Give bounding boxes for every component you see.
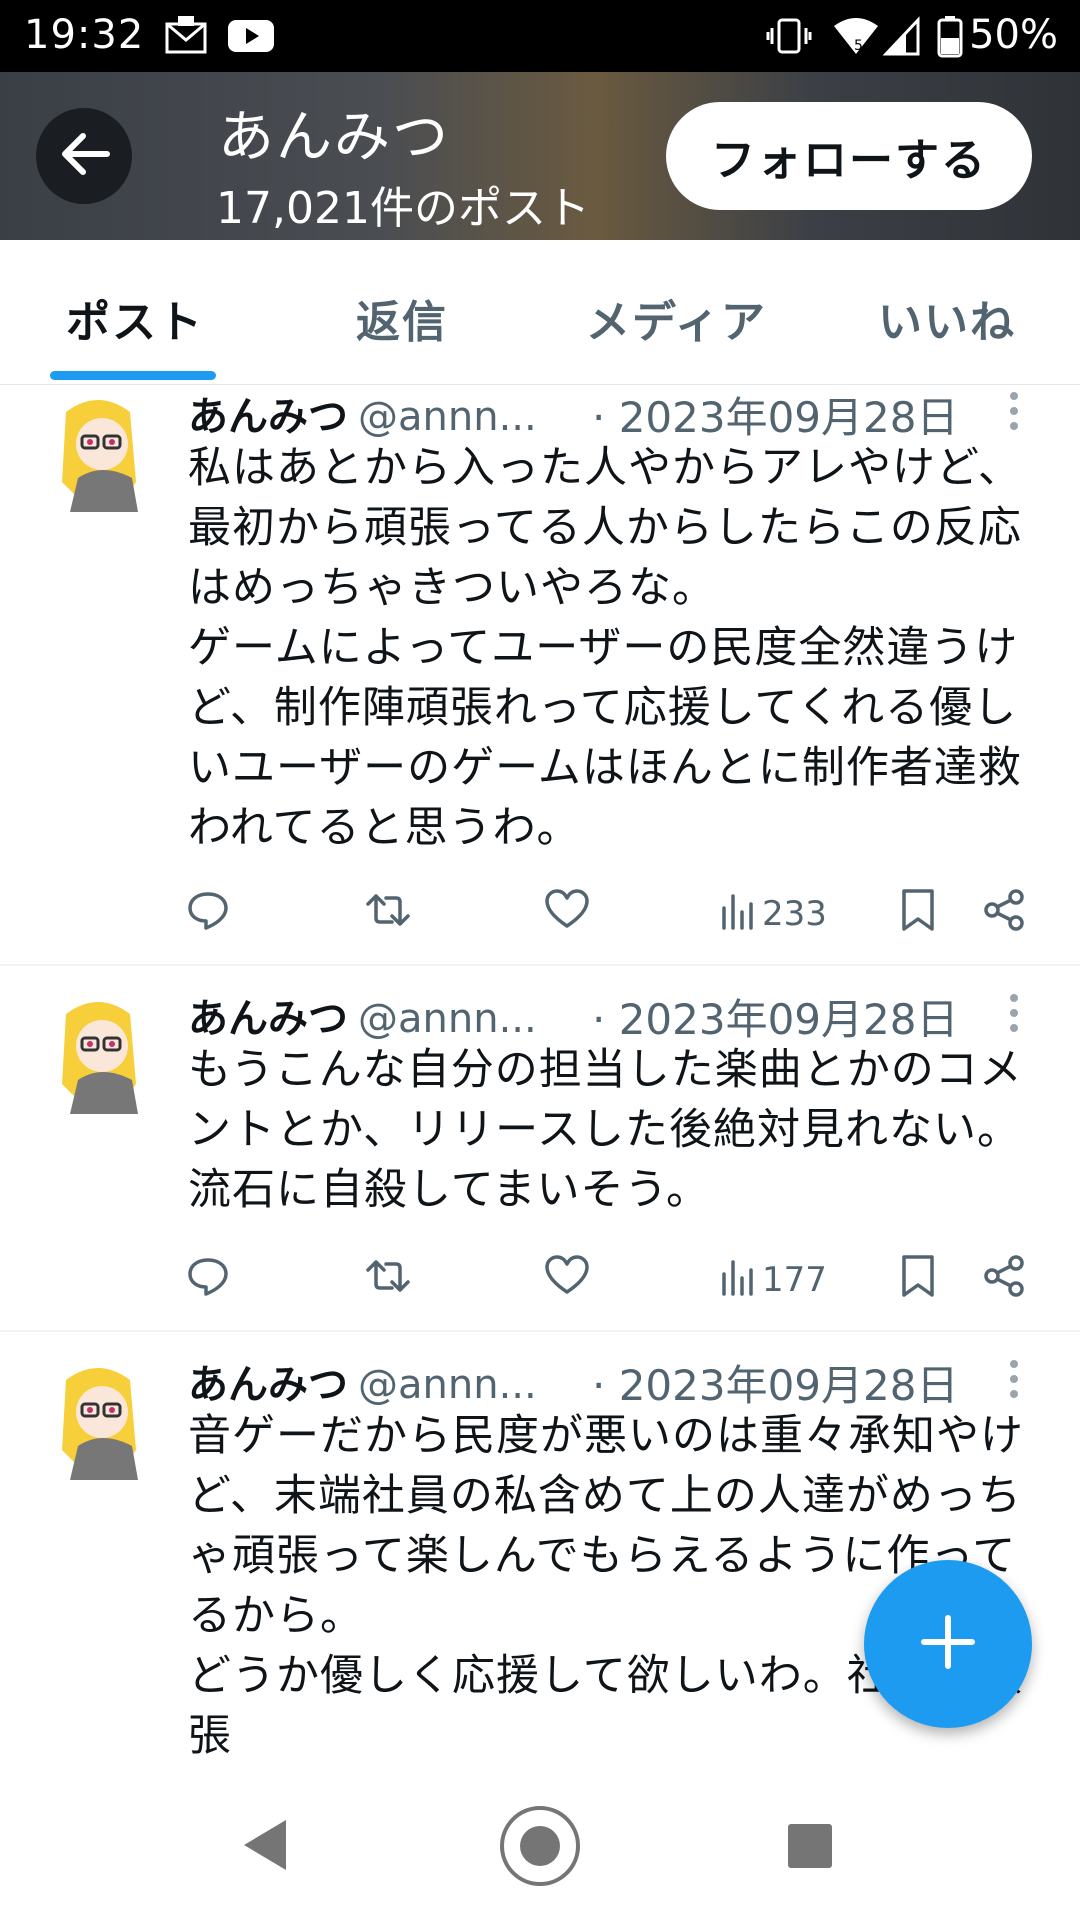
- view-count: 233: [762, 894, 827, 934]
- signal-icon: [882, 14, 922, 62]
- battery-icon: [936, 14, 964, 62]
- more-options-icon[interactable]: [1008, 1360, 1020, 1405]
- follow-button[interactable]: フォローする: [666, 102, 1032, 210]
- tab-posts[interactable]: ポスト: [66, 286, 204, 350]
- post-author-handle[interactable]: @annn...: [358, 996, 537, 1042]
- post-actions: 233: [186, 886, 1046, 942]
- system-navigation-bar: [0, 1764, 1080, 1920]
- tab-replies[interactable]: 返信: [356, 286, 448, 350]
- battery-percent: 50%: [969, 12, 1058, 58]
- profile-header: あんみつ 17,021件のポスト フォローする: [0, 72, 1080, 240]
- nav-home-icon[interactable]: [498, 1804, 582, 1892]
- svg-text:5: 5: [854, 38, 863, 54]
- post-date[interactable]: · 2023年09月28日: [592, 384, 958, 445]
- repost-icon: [364, 888, 412, 941]
- more-options-icon[interactable]: [1008, 392, 1020, 437]
- profile-name: あんみつ: [218, 105, 450, 170]
- post-date[interactable]: · 2023年09月28日: [592, 986, 958, 1047]
- post-author-name[interactable]: あんみつ: [188, 996, 348, 1042]
- post-text: もうこんな自分の担当した楽曲とかのコメ ントとか、リリースした後絶対見れない。 …: [188, 1045, 1023, 1215]
- like-button[interactable]: [544, 1252, 590, 1308]
- bookmark-icon: [898, 887, 938, 942]
- tab-media[interactable]: メディア: [586, 286, 767, 350]
- post-date[interactable]: · 2023年09月28日: [592, 1352, 958, 1413]
- repost-button[interactable]: [364, 886, 412, 942]
- view-count: 177: [762, 1260, 827, 1300]
- wifi-icon: 5: [832, 14, 880, 62]
- active-tab-indicator: [50, 371, 216, 380]
- back-button[interactable]: [36, 108, 132, 204]
- share-button[interactable]: [982, 1252, 1026, 1308]
- avatar[interactable]: [48, 1360, 154, 1480]
- vibrate-icon: [766, 14, 812, 62]
- bookmark-icon: [898, 1253, 938, 1308]
- arrow-left-icon: [57, 127, 111, 185]
- bookmark-button[interactable]: [898, 1252, 938, 1308]
- like-button[interactable]: [544, 886, 590, 942]
- share-icon: [982, 888, 1026, 941]
- analytics-icon: [720, 888, 756, 941]
- mail-notification-icon: [164, 14, 208, 62]
- reply-button[interactable]: [186, 1252, 230, 1308]
- post-count: 17,021件のポスト: [216, 183, 590, 234]
- compose-post-button[interactable]: [864, 1560, 1032, 1728]
- views-button[interactable]: 233: [720, 886, 827, 942]
- repost-icon: [364, 1254, 412, 1307]
- reply-icon: [186, 1254, 230, 1307]
- nav-recents-icon[interactable]: [786, 1822, 834, 1874]
- post-author-name[interactable]: あんみつ: [188, 394, 348, 440]
- post-item[interactable]: あんみつ @annn... · 2023年09月28日 私はあとから入った人やから…: [0, 384, 1080, 966]
- status-time: 19:32: [24, 12, 145, 58]
- post-author-handle[interactable]: @annn...: [358, 1362, 537, 1408]
- views-button[interactable]: 177: [720, 1252, 827, 1308]
- share-button[interactable]: [982, 886, 1026, 942]
- youtube-notification-icon: [226, 14, 276, 62]
- reply-icon: [186, 888, 230, 941]
- heart-icon: [544, 888, 590, 941]
- post-author-handle[interactable]: @annn...: [358, 394, 537, 440]
- heart-icon: [544, 1254, 590, 1307]
- analytics-icon: [720, 1254, 756, 1307]
- post-text: 私はあとから入った人やからアレやけど、 最初から頑張ってる人からしたらこの反応 …: [188, 443, 1022, 853]
- avatar[interactable]: [48, 994, 154, 1114]
- post-author-name[interactable]: あんみつ: [188, 1362, 348, 1408]
- avatar[interactable]: [48, 392, 154, 512]
- tab-likes[interactable]: いいね: [878, 286, 1016, 350]
- plus-icon: [918, 1612, 978, 1676]
- more-options-icon[interactable]: [1008, 994, 1020, 1039]
- status-bar: 19:32 5 50%: [0, 0, 1080, 72]
- share-icon: [982, 1254, 1026, 1307]
- nav-back-icon[interactable]: [240, 1818, 290, 1876]
- reply-button[interactable]: [186, 886, 230, 942]
- post-item[interactable]: あんみつ @annn... · 2023年09月28日 もうこんな自分の担当した楽…: [0, 964, 1080, 1332]
- post-feed[interactable]: あんみつ @annn... · 2023年09月28日 私はあとから入った人やから…: [0, 384, 1080, 1764]
- repost-button[interactable]: [364, 1252, 412, 1308]
- bookmark-button[interactable]: [898, 886, 938, 942]
- post-actions: 177: [186, 1252, 1046, 1308]
- profile-tabs: ポスト 返信 メディア いいね: [0, 240, 1080, 385]
